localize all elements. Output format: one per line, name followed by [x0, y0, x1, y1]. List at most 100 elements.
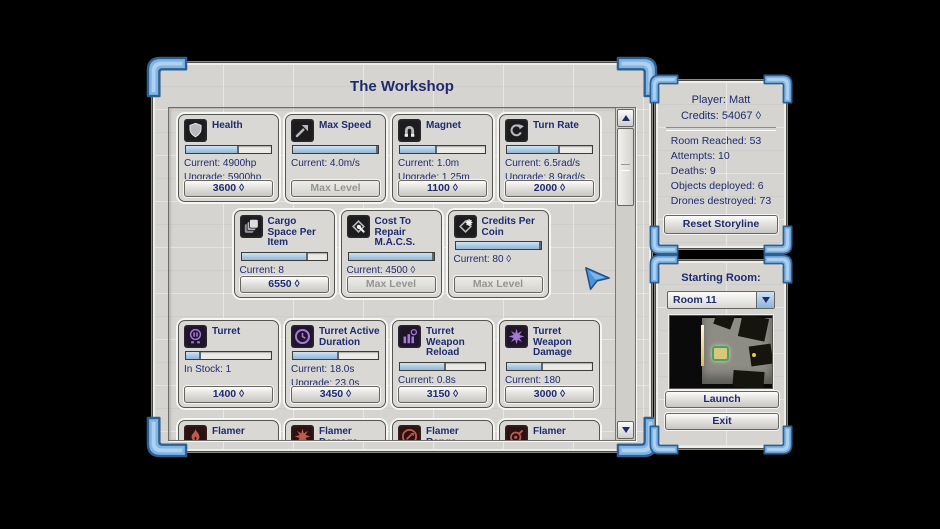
- launch-button[interactable]: Launch: [665, 391, 779, 408]
- upgrade-card: Credits Per Coin Current: 80 ◊ Max Level: [447, 210, 549, 298]
- upgrade-progress-bar: [292, 351, 379, 360]
- room-crate: [732, 369, 765, 388]
- player-stat-line: Room Reached: 53: [670, 135, 762, 147]
- upgrade-card: Flamer Range: [392, 420, 493, 440]
- flame-icon: [184, 425, 207, 440]
- damage-burst-icon: [291, 425, 314, 440]
- upgrade-card: Turret Weapon DamageCurrent: 180Upgrade:…: [499, 320, 600, 408]
- upgrade-card: Cost To Repair M.A.C.S. Current: 4500 ◊ Ma…: [340, 210, 442, 298]
- chevron-down-icon: [761, 297, 770, 303]
- upgrade-progress-bar: [399, 145, 486, 154]
- turn-rate-icon: [505, 119, 528, 142]
- upgrade-stat: Current: 80 ◊: [453, 254, 512, 265]
- upgrade-name: Credits Per Coin: [481, 216, 535, 238]
- upgrade-name: Turret Active Duration: [319, 326, 380, 348]
- upgrade-name: Flamer: [212, 426, 245, 437]
- upgrade-name: Flamer: [533, 426, 566, 437]
- scrollbar-thumb[interactable]: [617, 128, 634, 206]
- player-stat-line: Objects deployed: 6: [670, 180, 764, 192]
- upgrade-progress-bar: [347, 251, 435, 261]
- flamer-nozzle-icon: [505, 425, 528, 440]
- max-level-button: Max Level: [346, 276, 436, 293]
- page-title: The Workshop: [350, 78, 454, 95]
- upgrade-buy-button[interactable]: 3000 ◊: [505, 386, 594, 403]
- upgrade-progress-bar: [506, 145, 593, 154]
- upgrade-name: Cargo Space Per Item: [267, 216, 316, 248]
- upgrade-row: Turret In Stock: 1 1400 ◊ Turret Active Du…: [178, 320, 600, 408]
- upgrade-card: Turret In Stock: 1 1400 ◊: [178, 320, 279, 408]
- upgrade-card: Flamer: [499, 420, 600, 440]
- cargo-stack-icon: [239, 215, 263, 238]
- upgrade-buy-button[interactable]: 2000 ◊: [505, 180, 594, 197]
- upgrade-card: Turret Weapon ReloadCurrent: 0.8sUpgrade…: [392, 320, 493, 408]
- upgrade-buy-button[interactable]: 3600 ◊: [184, 180, 273, 197]
- range-icon: [398, 425, 421, 440]
- starting-room-label: Starting Room:: [681, 272, 761, 284]
- upgrade-name: Health: [212, 120, 243, 131]
- player-stat-line: Attempts: 10: [670, 150, 730, 162]
- room-preview-image: [669, 315, 773, 389]
- upgrade-name: Cost To Repair M.A.C.S.: [374, 216, 416, 248]
- upgrade-stat: Current: 8: [239, 264, 284, 276]
- starting-room-value: Room 11: [673, 294, 717, 306]
- upgrade-card: Turn Rate Current: 6.5rad/s Upgrade: 8.9ra…: [499, 114, 600, 202]
- upgrade-stat: Current: 1.0m: [398, 158, 460, 169]
- max-level-button: Max Level: [453, 276, 543, 293]
- upgrade-name: Turret Weapon Reload: [426, 326, 465, 358]
- scroll-up-button[interactable]: [617, 109, 634, 127]
- upgrade-name: Flamer Range: [426, 426, 459, 440]
- stats-list: Room Reached: 53 Attempts: 10 Deaths: 9 Obj…: [671, 134, 771, 209]
- upgrade-buy-button[interactable]: 3150 ◊: [398, 386, 487, 403]
- upgrade-name: Turret Weapon Damage: [533, 326, 572, 358]
- reload-icon: [398, 325, 421, 348]
- upgrade-scroll-area: Health Current: 4900hp Upgrade: 5900hp 3600…: [168, 107, 636, 441]
- player-name-line: Player: Matt: [691, 94, 751, 106]
- dropdown-button[interactable]: [756, 292, 774, 308]
- player-stat-line: Drones destroyed: 73: [670, 195, 772, 207]
- upgrade-name: Flamer Damage: [319, 426, 358, 440]
- credits-line: Credits: 54067 ◊: [680, 110, 762, 122]
- workshop-panel: The Workshop Health Current: 4900hp Upgrad…: [146, 56, 658, 458]
- clock-icon: [291, 325, 314, 348]
- scroll-up-icon: [621, 115, 630, 121]
- speed-arrow-icon: [291, 119, 314, 142]
- reset-storyline-button[interactable]: Reset Storyline: [664, 215, 778, 234]
- room-player-sprite: [711, 346, 729, 362]
- upgrade-progress-bar: [292, 145, 379, 154]
- upgrade-progress-bar: [240, 251, 328, 261]
- upgrade-progress-bar: [185, 351, 272, 360]
- upgrade-stat: Current: 4900hp: [184, 158, 257, 169]
- upgrade-stat: Current: 6.5rad/s: [505, 158, 581, 169]
- player-stat-line: Deaths: 9: [670, 165, 716, 177]
- upgrade-stat: Current: 4.0m/s: [291, 158, 360, 169]
- upgrade-name: Turret: [212, 326, 241, 337]
- room-light: [700, 325, 704, 366]
- upgrade-progress-bar: [399, 361, 486, 371]
- upgrade-buy-button[interactable]: 1400 ◊: [184, 386, 273, 403]
- upgrade-progress-bar: [185, 145, 272, 154]
- repair-cost-icon: [346, 215, 370, 238]
- upgrade-stat: Current: 4500 ◊: [346, 264, 416, 276]
- upgrade-stat: In Stock: 1: [184, 364, 232, 375]
- scrollbar[interactable]: [615, 108, 635, 440]
- upgrade-row: Health Current: 4900hp Upgrade: 5900hp 3600…: [178, 114, 600, 202]
- magnet-icon: [398, 119, 421, 142]
- upgrade-name: Magnet: [426, 120, 461, 131]
- exit-button[interactable]: Exit: [665, 413, 779, 430]
- player-stats-panel: Player: Matt Credits: 54067 ◊ Room Reach…: [649, 74, 793, 255]
- starting-room-select[interactable]: Room 11: [667, 291, 775, 309]
- shield-icon: [184, 119, 207, 142]
- upgrade-buy-button[interactable]: 3450 ◊: [291, 386, 380, 403]
- upgrade-progress-bar: [454, 241, 542, 250]
- upgrade-buy-button[interactable]: 6550 ◊: [239, 276, 329, 293]
- divider: [666, 127, 776, 131]
- upgrade-progress-bar: [506, 361, 593, 371]
- upgrade-card: Cargo Space Per ItemCurrent: 8Upgrade: 1…: [233, 210, 335, 298]
- turret-icon: [184, 325, 207, 348]
- scroll-down-button[interactable]: [617, 421, 634, 439]
- upgrade-card: Health Current: 4900hp Upgrade: 5900hp 3600…: [178, 114, 279, 202]
- scroll-down-icon: [621, 427, 630, 433]
- upgrade-buy-button[interactable]: 1100 ◊: [398, 180, 487, 197]
- upgrade-card: Flamer: [178, 420, 279, 440]
- upgrade-card: Max Speed Current: 4.0m/s Max Level: [285, 114, 386, 202]
